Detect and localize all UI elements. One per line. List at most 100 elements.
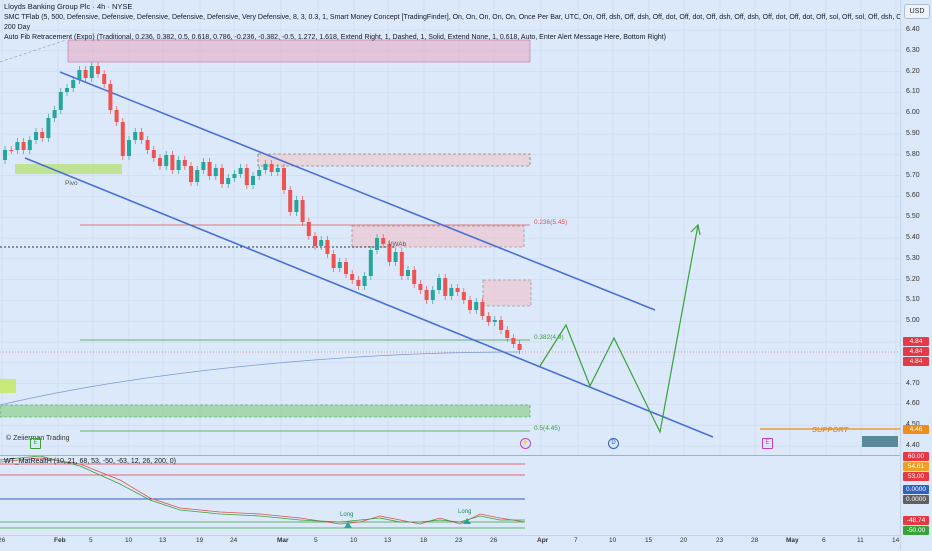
support-box xyxy=(862,436,898,447)
support-label: SUPPORT xyxy=(812,425,849,434)
indicator-smc[interactable]: SMC TFlab (5, 500, Defensive, Defensive,… xyxy=(4,13,900,22)
long-label-2: Long xyxy=(458,509,472,515)
price-tag-support: 4.46 xyxy=(903,425,929,434)
time-axis[interactable] xyxy=(0,535,900,551)
candle-body xyxy=(127,140,131,156)
vwap-label: VWAb xyxy=(388,241,407,248)
price-axis-label: 5.70 xyxy=(906,171,920,179)
candle-body xyxy=(21,142,26,150)
osc-tag-1: 60.00 xyxy=(903,452,929,461)
time-axis-label: 6 xyxy=(822,537,826,544)
candle-body xyxy=(288,190,293,212)
time-axis-label: 23 xyxy=(716,537,724,544)
candle-body xyxy=(158,158,162,166)
candle-body xyxy=(189,166,193,182)
candle-body xyxy=(319,240,324,246)
candle-body xyxy=(220,168,224,184)
time-axis-label: 10 xyxy=(350,537,358,544)
candle-body xyxy=(486,316,491,322)
candle-body xyxy=(27,140,32,150)
price-chart[interactable]: Lloyds Banking Group Plc · 4h · NYSE SMC… xyxy=(0,0,900,455)
candle-body xyxy=(300,200,305,222)
indicator-200day[interactable]: 200 Day xyxy=(4,23,30,32)
candle-body xyxy=(9,150,14,151)
ma200-curve xyxy=(0,351,521,406)
candle-body xyxy=(275,168,280,172)
time-axis-label: 28 xyxy=(751,537,759,544)
time-axis-label: 26 xyxy=(490,537,498,544)
supply-zone-small xyxy=(482,279,532,307)
price-axis-label: 5.10 xyxy=(906,296,920,304)
candle-body xyxy=(449,288,454,296)
candle-series xyxy=(3,62,522,354)
candle-body xyxy=(145,140,150,150)
candle-body xyxy=(499,320,503,330)
candle-body xyxy=(356,280,361,286)
candle-body xyxy=(344,262,348,274)
candle-body xyxy=(437,278,441,290)
time-axis-label: May xyxy=(786,537,799,544)
currency-button[interactable]: USD xyxy=(904,4,930,19)
candle-body xyxy=(511,338,516,344)
price-axis-label: 6.30 xyxy=(906,46,920,54)
oscillator-pane[interactable]: Long Long xyxy=(0,455,900,536)
supply-zone-mid xyxy=(257,153,531,167)
candle-body xyxy=(461,292,466,300)
oscillator-legend[interactable]: WT_MatRealtH (10, 21, 68, 53, -50, -63, … xyxy=(4,458,176,465)
time-axis-label: 19 xyxy=(196,537,204,544)
osc-tag-3: 53.00 xyxy=(903,472,929,481)
candle-body xyxy=(83,70,88,78)
time-axis-label: Mar xyxy=(277,537,289,544)
candle-body xyxy=(96,66,100,74)
osc-tag-6: -48.74 xyxy=(903,516,929,525)
candle-body xyxy=(244,168,249,185)
time-axis-label: Apr xyxy=(537,537,549,544)
price-axis-label: 5.60 xyxy=(906,192,920,200)
price-axis-label: 5.30 xyxy=(906,254,920,262)
candle-body xyxy=(269,164,274,172)
projection-path xyxy=(539,224,699,434)
price-axis-label: 4.40 xyxy=(906,442,920,449)
demand-zone-bottom xyxy=(0,404,531,418)
supply-zone-top xyxy=(67,39,531,63)
time-axis-label: 24 xyxy=(230,537,238,544)
osc-tag-4: 0.0000 xyxy=(903,485,929,494)
candle-body xyxy=(350,274,355,280)
dividend-event-icon[interactable]: D xyxy=(608,438,619,449)
time-axis-label: 14 xyxy=(892,537,900,544)
price-axis-label: 6.40 xyxy=(906,26,920,33)
indicator-autofib[interactable]: Auto Fib Retracement (Expo) (Traditional… xyxy=(4,33,666,42)
split-event-icon[interactable]: ⚡ xyxy=(520,438,531,449)
price-axis-label: 5.40 xyxy=(906,234,920,241)
candle-body xyxy=(375,238,379,250)
fib-label-0236: 0.236(5.45) xyxy=(534,219,568,226)
candle-body xyxy=(102,74,107,84)
time-axis-label: 5 xyxy=(314,537,318,544)
candle-body xyxy=(40,132,45,138)
candle-body xyxy=(52,110,57,118)
candle-body xyxy=(480,302,485,316)
candle-body xyxy=(418,284,423,290)
candle-body xyxy=(232,174,237,178)
earnings-event-icon[interactable]: E xyxy=(30,438,41,449)
candle-body xyxy=(226,178,231,184)
demand-zone-left xyxy=(15,164,122,174)
time-axis-label: 23 xyxy=(455,537,463,544)
candle-body xyxy=(114,110,119,122)
price-axis-label: 5.80 xyxy=(906,150,920,158)
candle-body xyxy=(46,118,51,138)
candle-body xyxy=(399,252,404,276)
time-axis-label: 11 xyxy=(857,537,864,544)
chart-canvas xyxy=(0,0,900,455)
candle-body xyxy=(213,168,218,176)
time-axis-label: 18 xyxy=(420,537,428,544)
osc-tag-5: 0.0000 xyxy=(903,495,929,504)
price-axis-label: 5.50 xyxy=(906,213,920,221)
price-axis-label: 5.90 xyxy=(906,130,920,137)
price-axis-label: 6.00 xyxy=(906,109,920,117)
time-axis-label: 13 xyxy=(384,537,392,544)
candle-body xyxy=(15,142,20,150)
candle-body xyxy=(362,276,367,286)
candle-body xyxy=(201,162,206,170)
earnings-event-icon-2[interactable]: E xyxy=(762,438,773,449)
